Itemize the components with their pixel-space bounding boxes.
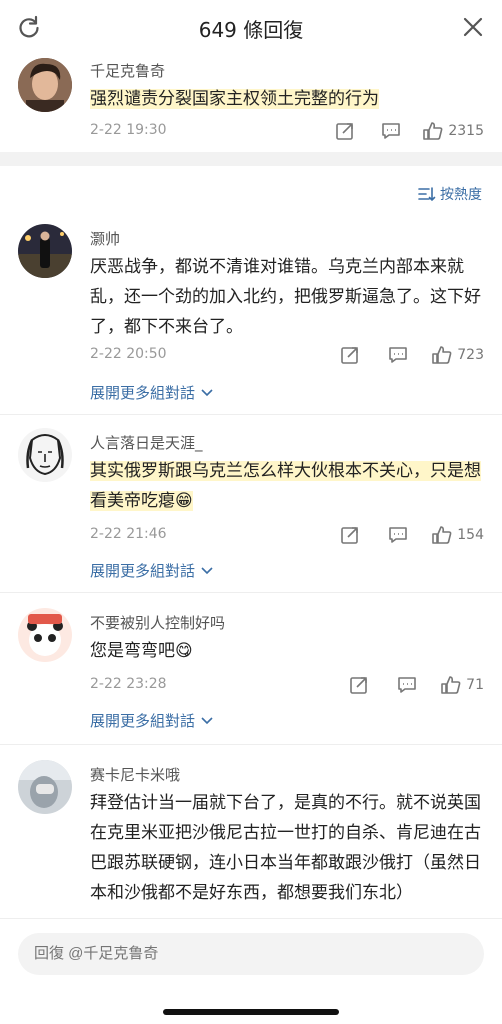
comment-icon[interactable]: [387, 523, 409, 547]
like-button[interactable]: 71: [440, 673, 484, 697]
comment-text: 强烈谴责分裂国家主权领土完整的行为: [90, 84, 490, 114]
username[interactable]: 灏帅: [90, 228, 120, 249]
row-divider: [0, 744, 502, 745]
share-icon[interactable]: [339, 343, 361, 367]
pinned-comment: 千足克鲁奇 强烈谴责分裂国家主权领土完整的行为 2-22 19:30 2315: [0, 56, 502, 152]
username[interactable]: 赛卡尼卡米哦: [90, 764, 180, 785]
row-divider: [0, 592, 502, 593]
comment-icon[interactable]: [387, 343, 409, 367]
comment-text: 其实俄罗斯跟乌克兰怎么样大伙根本不关心，只是想看美帝吃瘪😁: [90, 456, 490, 516]
thumbs-up-icon: [432, 526, 452, 544]
comment-item: 灏帅 厌恶战争，都说不清谁对谁错。乌克兰内部本来就乱，还一个劲的加入北约，把俄罗…: [0, 222, 502, 412]
comment-time: 2-22 21:46: [90, 526, 167, 542]
like-button[interactable]: 723: [431, 343, 484, 367]
sort-label: 按熱度: [440, 187, 482, 203]
thumbs-up-icon: [441, 676, 461, 694]
avatar[interactable]: [18, 224, 72, 278]
username[interactable]: 人言落日是天涯_: [90, 432, 203, 453]
comment-actions: 71: [348, 673, 484, 697]
comment-actions: 154: [339, 523, 484, 547]
sort-icon: [418, 187, 436, 202]
expand-thread-link[interactable]: 展開更多組對話: [90, 382, 214, 403]
comment-item: 人言落日是天涯_ 其实俄罗斯跟乌克兰怎么样大伙根本不关心，只是想看美帝吃瘪😁 2…: [0, 426, 502, 591]
page-title: 649 條回復: [198, 18, 304, 42]
comment-text-highlight: 强烈谴责分裂国家主权领土完整的行为: [90, 89, 379, 109]
share-icon[interactable]: [334, 119, 356, 143]
reply-input[interactable]: [18, 933, 484, 975]
expand-thread-link[interactable]: 展開更多組對話: [90, 560, 214, 581]
comment-time: 2-22 19:30: [90, 122, 167, 138]
share-icon[interactable]: [348, 673, 370, 697]
avatar[interactable]: [18, 428, 72, 482]
expand-label: 展開更多組對話: [90, 384, 196, 402]
avatar[interactable]: [18, 58, 72, 112]
comment-time: 2-22 23:28: [90, 676, 167, 692]
reply-bar: [0, 918, 502, 1024]
comment-time: 2-22 20:50: [90, 346, 167, 362]
close-icon[interactable]: [460, 14, 486, 40]
row-divider: [0, 414, 502, 415]
comment-text: 您是弯弯吧😋: [90, 641, 193, 661]
share-icon[interactable]: [339, 523, 361, 547]
section-divider: [0, 152, 502, 166]
username[interactable]: 千足克鲁奇: [90, 60, 165, 81]
avatar[interactable]: [18, 608, 72, 662]
sort-toggle[interactable]: 按熱度: [418, 184, 482, 204]
username[interactable]: 不要被别人控制好吗: [90, 612, 225, 633]
like-count: 154: [457, 527, 484, 543]
comment-item: 不要被别人控制好吗 您是弯弯吧😋 2-22 23:28 71 展開更多組對話: [0, 606, 502, 742]
like-count: 2315: [448, 123, 484, 139]
chevron-down-icon: [201, 567, 213, 575]
thumbs-up-icon: [423, 122, 443, 140]
like-button[interactable]: 154: [431, 523, 484, 547]
comment-text: 拜登估计当一届就下台了，是真的不行。就不说英国在克里米亚把沙俄尼古拉一世打的自杀…: [90, 793, 481, 903]
home-indicator: [163, 1009, 339, 1015]
comment-actions: 2315: [334, 119, 484, 143]
top-bar: 649 條回復: [0, 0, 502, 56]
comment-item: 赛卡尼卡米哦 拜登估计当一届就下台了，是真的不行。就不说英国在克里米亚把沙俄尼古…: [0, 758, 502, 928]
like-count: 71: [466, 677, 484, 693]
comment-text: 厌恶战争，都说不清谁对谁错。乌克兰内部本来就乱，还一个劲的加入北约，把俄罗斯逼急…: [90, 257, 481, 337]
comment-actions: 723: [339, 343, 484, 367]
thumbs-up-icon: [432, 346, 452, 364]
comment-icon[interactable]: [396, 673, 418, 697]
chevron-down-icon: [201, 389, 213, 397]
chevron-down-icon: [201, 717, 213, 725]
avatar[interactable]: [18, 760, 72, 814]
comment-icon[interactable]: [380, 119, 402, 143]
expand-label: 展開更多組對話: [90, 562, 196, 580]
like-button[interactable]: 2315: [422, 119, 484, 143]
expand-label: 展開更多組對話: [90, 712, 196, 730]
expand-thread-link[interactable]: 展開更多組對話: [90, 710, 214, 731]
like-count: 723: [457, 347, 484, 363]
comment-text-highlight: 其实俄罗斯跟乌克兰怎么样大伙根本不关心，只是想看美帝吃瘪😁: [90, 461, 481, 511]
